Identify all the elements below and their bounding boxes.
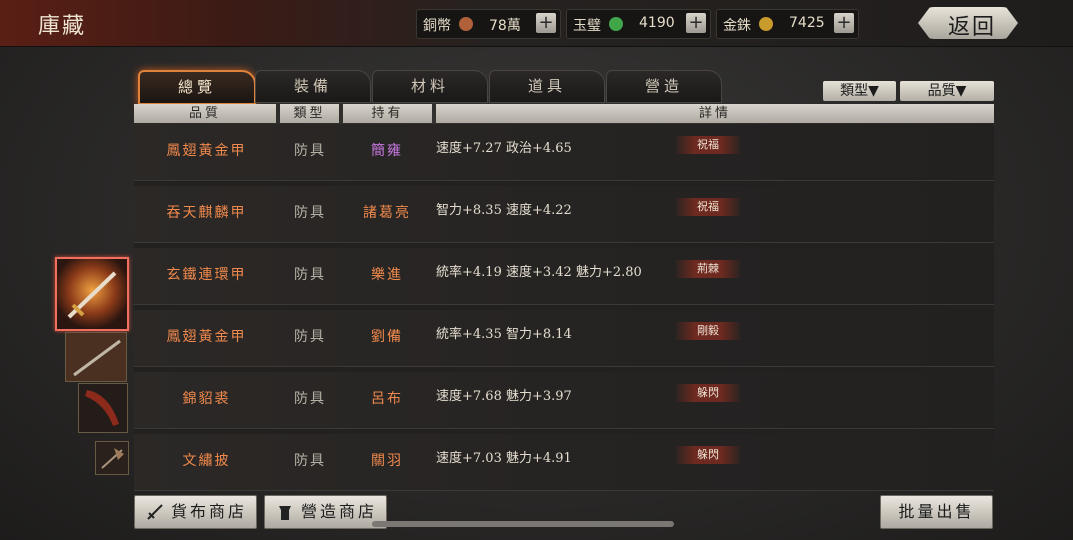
jade-coin-icon xyxy=(609,17,623,31)
home-indicator xyxy=(372,521,674,527)
item-type: 防具 xyxy=(294,143,326,159)
item-detail: 統率+4.19 速度+3.42 魅力+2.80 xyxy=(436,265,642,280)
weapon-thumbnail[interactable] xyxy=(78,383,128,433)
axe-icon xyxy=(96,442,128,474)
item-name: 錦貂裘 xyxy=(182,391,231,407)
bulk-sell-label: 批量出售 xyxy=(898,502,975,521)
item-trait-badge: 祝福 xyxy=(676,198,740,216)
item-owner: 諸葛亮 xyxy=(363,205,411,221)
item-owner: 呂布 xyxy=(371,391,403,407)
resource-label: 銅幣 xyxy=(423,18,451,34)
item-name: 吞天麒麟甲 xyxy=(166,205,247,221)
quality-filter-dropdown[interactable]: 品質▼ xyxy=(900,81,994,101)
gold-coin-icon xyxy=(759,17,773,31)
resource-label: 金銖 xyxy=(723,18,751,34)
page-title: 庫藏 xyxy=(38,14,87,39)
column-header-details: 詳情 xyxy=(436,104,994,123)
sword-icon xyxy=(57,259,127,329)
add-copper-button[interactable]: + xyxy=(536,13,556,33)
currency-shop-button[interactable]: 貨布商店 xyxy=(134,495,257,529)
item-detail: 速度+7.03 魅力+4.91 xyxy=(436,451,572,466)
column-header-type[interactable]: 類型 xyxy=(280,104,339,123)
item-name: 玄鐵連環甲 xyxy=(166,267,247,283)
tab-overview[interactable]: 總覽 xyxy=(138,70,256,105)
tab-equipment[interactable]: 裝備 xyxy=(255,70,371,103)
table-row[interactable]: 鳳翅黃金甲 防具 簡雍 速度+7.27 政治+4.65 祝福 xyxy=(134,124,994,181)
table-row[interactable]: 文繡披 防具 關羽 速度+7.03 魅力+4.91 躲閃 xyxy=(134,434,994,491)
column-header-owner[interactable]: 持有 xyxy=(343,104,432,123)
blade-icon xyxy=(79,384,127,432)
item-detail: 速度+7.27 政治+4.65 xyxy=(436,141,572,156)
currency-shop-label: 貨布商店 xyxy=(171,502,248,521)
item-trait-badge: 躲閃 xyxy=(676,384,740,402)
type-filter-dropdown[interactable]: 類型▼ xyxy=(823,81,896,101)
resource-gold: 金銖 7425 + xyxy=(716,9,859,39)
tab-items[interactable]: 道具 xyxy=(489,70,605,103)
item-list: 鳳翅黃金甲 防具 簡雍 速度+7.27 政治+4.65 祝福 吞天麒麟甲 防具 … xyxy=(134,124,994,491)
item-owner: 關羽 xyxy=(371,453,403,469)
build-shop-label: 營造商店 xyxy=(301,502,378,521)
sword-icon xyxy=(66,333,126,381)
resource-value: 78萬 xyxy=(489,18,521,34)
add-jade-button[interactable]: + xyxy=(686,13,706,33)
table-row[interactable]: 鳳翅黃金甲 防具 劉備 統率+4.35 智力+8.14 剛毅 xyxy=(134,310,994,367)
item-type: 防具 xyxy=(294,329,326,345)
bulk-sell-button[interactable]: 批量出售 xyxy=(880,495,993,529)
item-name: 鳳翅黃金甲 xyxy=(166,329,247,345)
item-detail: 智力+8.35 速度+4.22 xyxy=(436,203,572,218)
item-type: 防具 xyxy=(294,267,326,283)
item-name: 文繡披 xyxy=(182,453,231,469)
item-trait-badge: 祝福 xyxy=(676,136,740,154)
column-header-quality[interactable]: 品質 xyxy=(134,104,276,123)
table-row[interactable]: 吞天麒麟甲 防具 諸葛亮 智力+8.35 速度+4.22 祝福 xyxy=(134,186,994,243)
resource-value: 7425 xyxy=(789,15,825,31)
back-label: 返回 xyxy=(948,15,997,40)
tab-construction[interactable]: 營造 xyxy=(606,70,722,103)
item-trait-badge: 剛毅 xyxy=(676,322,740,340)
item-detail: 速度+7.68 魅力+3.97 xyxy=(436,389,572,404)
tab-materials[interactable]: 材料 xyxy=(372,70,488,103)
item-trait-badge: 荊棘 xyxy=(676,260,740,278)
item-trait-badge: 躲閃 xyxy=(676,446,740,464)
item-type: 防具 xyxy=(294,453,326,469)
item-type: 防具 xyxy=(294,391,326,407)
sword-icon xyxy=(147,504,163,520)
item-detail: 統率+4.35 智力+8.14 xyxy=(436,327,572,342)
copper-coin-icon xyxy=(459,17,473,31)
resource-label: 玉璧 xyxy=(573,18,601,34)
item-owner: 樂進 xyxy=(371,267,403,283)
back-button[interactable]: 返回 xyxy=(918,7,1018,39)
item-type: 防具 xyxy=(294,205,326,221)
item-owner: 劉備 xyxy=(371,329,403,345)
resource-copper: 銅幣 78萬 + xyxy=(416,9,561,39)
item-name: 鳳翅黃金甲 xyxy=(166,143,247,159)
table-row[interactable]: 玄鐵連環甲 防具 樂進 統率+4.19 速度+3.42 魅力+2.80 荊棘 xyxy=(134,248,994,305)
table-row[interactable]: 錦貂裘 防具 呂布 速度+7.68 魅力+3.97 躲閃 xyxy=(134,372,994,429)
add-gold-button[interactable]: + xyxy=(834,13,854,33)
tower-icon xyxy=(279,506,291,520)
item-owner: 簡雍 xyxy=(371,143,403,159)
resource-value: 4190 xyxy=(639,15,675,31)
build-shop-button[interactable]: 營造商店 xyxy=(264,495,387,529)
weapon-thumbnail[interactable] xyxy=(95,441,129,475)
top-bar: 庫藏 銅幣 78萬 + 玉璧 4190 + 金銖 7425 + 返回 xyxy=(0,0,1073,47)
weapon-thumbnail-selected[interactable] xyxy=(55,257,129,331)
weapon-thumbnail[interactable] xyxy=(65,332,127,382)
resource-jade: 玉璧 4190 + xyxy=(566,9,711,39)
